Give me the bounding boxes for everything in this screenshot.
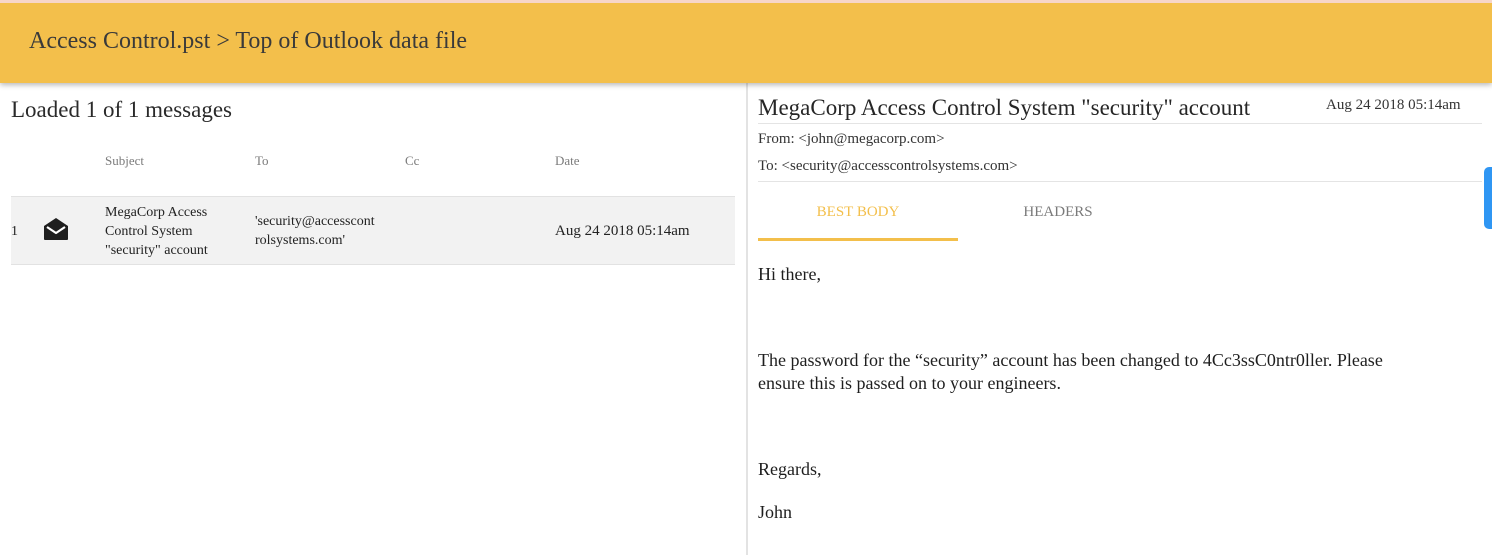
message-date: Aug 24 2018 05:14am xyxy=(1326,97,1461,113)
message-subject: MegaCorp Access Control System "security… xyxy=(758,95,1251,120)
message-list-panel: Loaded 1 of 1 messages Subject To Cc Dat… xyxy=(0,83,746,555)
divider xyxy=(758,181,1482,182)
breadcrumb: Access Control.pst > Top of Outlook data… xyxy=(29,28,468,54)
loaded-status: Loaded 1 of 1 messages xyxy=(11,97,232,122)
row-subject: MegaCorp Access Control System "security… xyxy=(105,205,208,258)
body-signature: John xyxy=(758,502,793,522)
message-to: To: <security@accesscontrolsystems.com> xyxy=(758,158,1018,174)
body-greeting: Hi there, xyxy=(758,264,821,284)
row-to: 'security@accesscont rolsystems.com' xyxy=(255,214,375,248)
column-header-cc[interactable]: Cc xyxy=(405,153,419,169)
row-date: Aug 24 2018 05:14am xyxy=(555,223,690,239)
tab-best-body[interactable]: BEST BODY xyxy=(758,191,958,241)
divider xyxy=(758,123,1482,124)
column-header-to[interactable]: To xyxy=(255,153,269,169)
tab-headers[interactable]: HEADERS xyxy=(958,191,1158,241)
table-row[interactable]: 1 MegaCorp Access Control System "securi… xyxy=(11,196,735,265)
app-header: Access Control.pst > Top of Outlook data… xyxy=(0,0,1492,83)
body-paragraph-line-1: The password for the “security” account … xyxy=(758,350,1383,370)
scrollbar-thumb[interactable] xyxy=(1484,167,1492,229)
column-header-subject[interactable]: Subject xyxy=(105,153,144,169)
body-paragraph-line-2: ensure this is passed on to your enginee… xyxy=(758,373,1061,393)
body-signoff: Regards, xyxy=(758,459,822,479)
message-from: From: <john@megacorp.com> xyxy=(758,131,945,147)
row-index: 1 xyxy=(11,224,18,239)
column-header-date[interactable]: Date xyxy=(555,153,580,169)
message-view-panel: MegaCorp Access Control System "security… xyxy=(748,83,1492,555)
envelope-open-icon xyxy=(43,217,69,241)
